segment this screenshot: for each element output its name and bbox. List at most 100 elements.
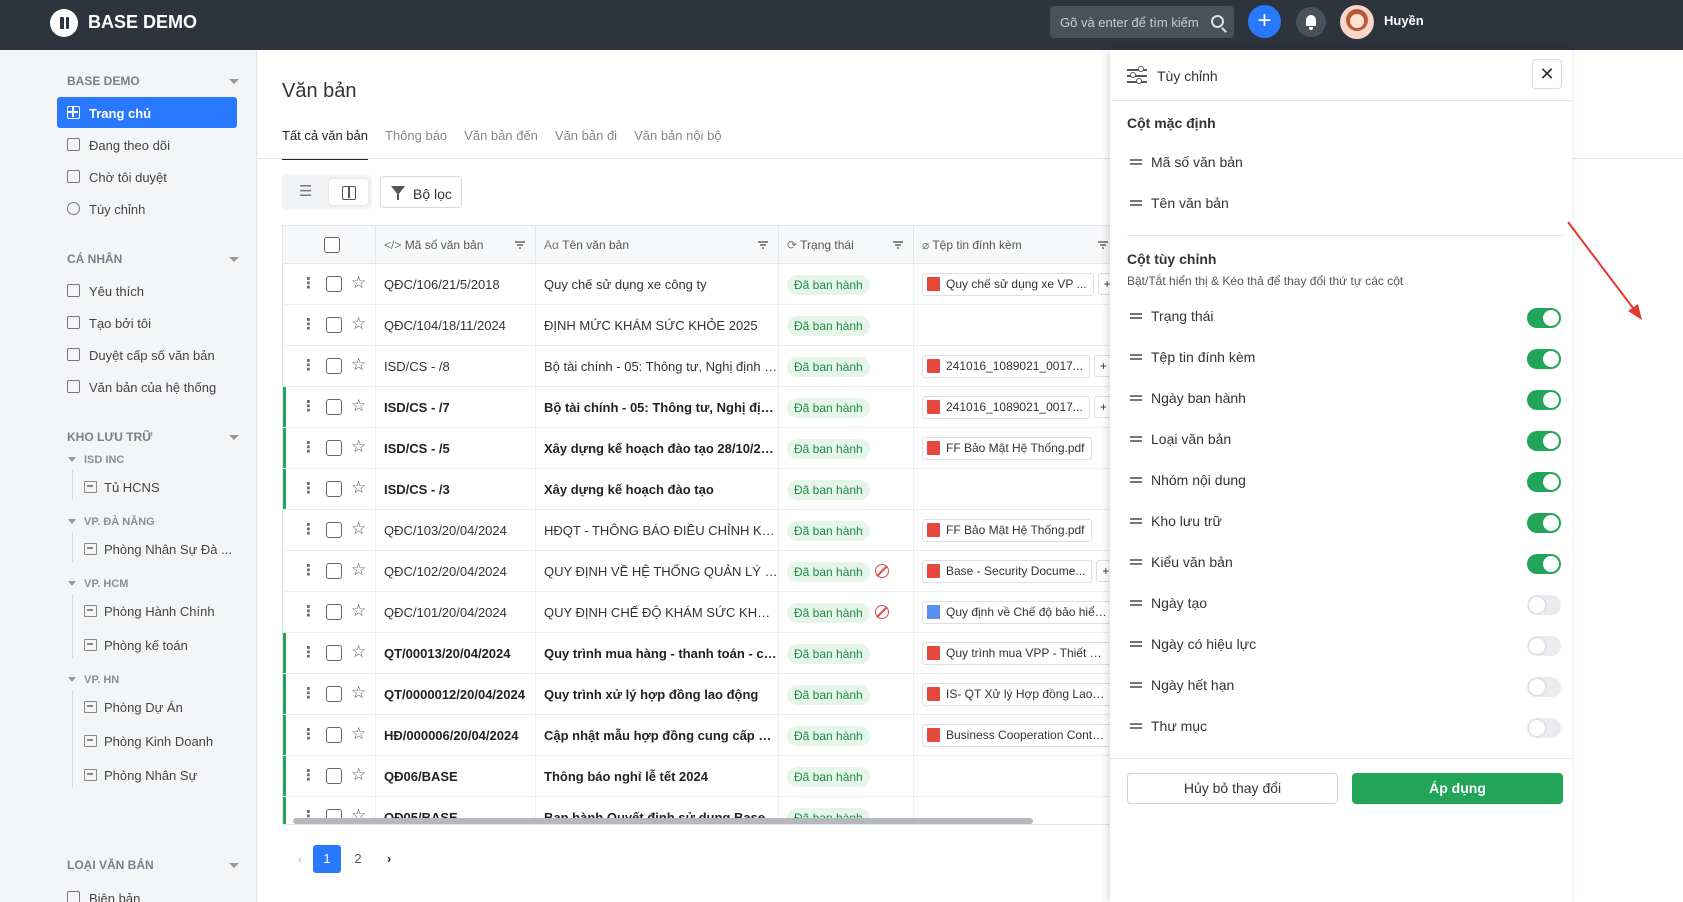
custom-column-item[interactable]: Ngày ban hành bbox=[1127, 386, 1561, 416]
row-checkbox[interactable] bbox=[326, 481, 342, 497]
custom-column-item[interactable]: Tệp tin đính kèm bbox=[1127, 345, 1561, 375]
more-vertical-icon[interactable] bbox=[301, 602, 316, 620]
document-code[interactable]: QĐC/106/21/5/2018 bbox=[376, 264, 536, 305]
app-title[interactable]: BASE DEMO bbox=[88, 12, 197, 33]
custom-column-item[interactable]: Ngày hết hạn bbox=[1127, 673, 1561, 703]
horizontal-scrollbar[interactable] bbox=[293, 818, 1033, 824]
custom-column-item[interactable]: Kho lưu trữ bbox=[1127, 509, 1561, 539]
column-visibility-toggle[interactable] bbox=[1527, 513, 1561, 533]
sidebar-section-doc-types[interactable]: LOẠI VĂN BẢN bbox=[67, 858, 239, 872]
row-checkbox[interactable] bbox=[326, 358, 342, 374]
custom-column-item[interactable]: Loại văn bản bbox=[1127, 427, 1561, 457]
column-visibility-toggle[interactable] bbox=[1527, 595, 1561, 615]
custom-column-item[interactable]: Nhóm nội dung bbox=[1127, 468, 1561, 498]
drag-handle-icon[interactable] bbox=[1130, 518, 1142, 523]
row-checkbox[interactable] bbox=[326, 686, 342, 702]
filter-lines-icon[interactable] bbox=[758, 241, 768, 247]
document-name[interactable]: Cập nhật mẫu hợp đồng cung cấp dịch vụ bbox=[536, 715, 779, 756]
attachment-chip[interactable]: FF Bảo Mật Hệ Thống.pdf bbox=[922, 437, 1092, 460]
storage-item-tu-hcns[interactable]: Tủ HCNS bbox=[84, 480, 160, 495]
sidebar-item-pending-approval[interactable]: Chờ tôi duyệt bbox=[57, 161, 237, 192]
more-vertical-icon[interactable] bbox=[301, 315, 316, 333]
table-row[interactable]: ☆ QT/0000012/20/04/2024Quy trình xử lý hợ… bbox=[283, 674, 1201, 715]
document-code[interactable]: ISD/CS - /3 bbox=[376, 469, 536, 510]
more-vertical-icon[interactable] bbox=[301, 684, 316, 702]
storage-item-phong-nhan-su[interactable]: Phòng Nhân Sự bbox=[84, 768, 197, 783]
attachment-chip[interactable]: Business Cooperation Contrac... bbox=[922, 724, 1114, 747]
drag-handle-icon[interactable] bbox=[1130, 723, 1142, 728]
document-name[interactable]: Quy trình xử lý hợp đồng lao động bbox=[536, 674, 779, 715]
attachment-chip[interactable]: Quy trình mua VPP - Thiết bị V... bbox=[922, 642, 1114, 665]
document-name[interactable]: Quy chế sử dụng xe công ty bbox=[536, 264, 779, 305]
drag-handle-icon[interactable] bbox=[1130, 436, 1142, 441]
more-vertical-icon[interactable] bbox=[301, 766, 316, 784]
apply-button[interactable]: Áp dụng bbox=[1352, 773, 1563, 804]
sidebar-section-base-demo[interactable]: BASE DEMO bbox=[67, 74, 239, 88]
column-visibility-toggle[interactable] bbox=[1527, 431, 1561, 451]
row-checkbox[interactable] bbox=[326, 522, 342, 538]
star-icon[interactable]: ☆ bbox=[351, 273, 366, 293]
star-icon[interactable]: ☆ bbox=[351, 314, 366, 334]
bell-icon[interactable] bbox=[1296, 7, 1326, 37]
add-button[interactable]: + bbox=[1248, 5, 1281, 38]
attachment-chip[interactable]: Quy định về Chế độ bảo hiểm ... bbox=[922, 601, 1114, 624]
document-name[interactable]: QUY ĐỊNH VỀ HỆ THỐNG QUẢN LÝ CHẤ... bbox=[536, 551, 779, 592]
table-row[interactable]: ☆ QĐC/106/21/5/2018Quy chế sử dụng xe côn… bbox=[283, 264, 1201, 305]
table-row[interactable]: ☆ ISD/CS - /7Bộ tài chính - 05: Thông tư,… bbox=[283, 387, 1201, 428]
custom-column-item[interactable]: Thư mục bbox=[1127, 714, 1561, 744]
column-visibility-toggle[interactable] bbox=[1527, 677, 1561, 697]
star-icon[interactable]: ☆ bbox=[351, 519, 366, 539]
table-row[interactable]: ☆ QĐ06/BASEThông báo nghỉ lễ tết 2024 Đã b… bbox=[283, 756, 1201, 797]
attachment-chip[interactable]: 241016_1089021_0017... bbox=[922, 396, 1090, 419]
attachment-chip[interactable]: Quy chế sử dụng xe VP ... bbox=[922, 273, 1094, 296]
list-view-button[interactable] bbox=[286, 179, 327, 205]
cancel-changes-button[interactable]: Hủy bỏ thay đổi bbox=[1127, 773, 1338, 804]
header-code[interactable]: </> Mã số văn bản bbox=[376, 226, 536, 264]
column-visibility-toggle[interactable] bbox=[1527, 554, 1561, 574]
select-all-checkbox[interactable] bbox=[324, 237, 340, 253]
document-code[interactable]: HĐ/000006/20/04/2024 bbox=[376, 715, 536, 756]
header-name[interactable]: Aα Tên văn bản bbox=[536, 226, 779, 264]
document-code[interactable]: QT/00013/20/04/2024 bbox=[376, 633, 536, 674]
drag-handle-icon[interactable] bbox=[1130, 600, 1142, 605]
more-vertical-icon[interactable] bbox=[301, 561, 316, 579]
tab-incoming[interactable]: Văn bản đến bbox=[464, 128, 538, 160]
row-checkbox[interactable] bbox=[326, 440, 342, 456]
app-logo[interactable] bbox=[50, 9, 78, 37]
document-code[interactable]: QT/0000012/20/04/2024 bbox=[376, 674, 536, 715]
attachment-chip[interactable]: 241016_1089021_0017... bbox=[922, 355, 1090, 378]
document-name[interactable]: HĐQT - THÔNG BÁO ĐIỀU CHỈNH KẾ HO... bbox=[536, 510, 779, 551]
document-code[interactable]: QĐC/102/20/04/2024 bbox=[376, 551, 536, 592]
page-1-button[interactable]: 1 bbox=[313, 845, 341, 873]
custom-column-item[interactable]: Ngày có hiệu lực bbox=[1127, 632, 1561, 662]
document-code[interactable]: QĐC/104/18/11/2024 bbox=[376, 305, 536, 346]
storage-item-phong-nhan-su-da-nang[interactable]: Phòng Nhân Sự Đà ... bbox=[84, 542, 232, 557]
document-name[interactable]: ĐỊNH MỨC KHÁM SỨC KHỎE 2025 bbox=[536, 305, 779, 346]
sidebar-item-number-approval[interactable]: Duyệt cấp số văn bản bbox=[57, 339, 237, 370]
custom-column-item[interactable]: Kiểu văn bản bbox=[1127, 550, 1561, 580]
storage-group-hcm[interactable]: VP. HCM bbox=[67, 578, 128, 590]
more-vertical-icon[interactable] bbox=[301, 438, 316, 456]
close-button[interactable]: ✕ bbox=[1532, 59, 1562, 89]
star-icon[interactable]: ☆ bbox=[351, 765, 366, 785]
more-vertical-icon[interactable] bbox=[301, 520, 316, 538]
row-checkbox[interactable] bbox=[326, 317, 342, 333]
document-name[interactable]: Bộ tài chính - 05: Thông tư, Nghị định -… bbox=[536, 346, 779, 387]
storage-group-hn[interactable]: VP. HN bbox=[67, 674, 119, 686]
more-vertical-icon[interactable] bbox=[301, 356, 316, 374]
sidebar-item-created-by-me[interactable]: Tạo bởi tôi bbox=[57, 307, 237, 338]
column-visibility-toggle[interactable] bbox=[1527, 349, 1561, 369]
sidebar-item-bien-ban[interactable]: Biên bản bbox=[57, 882, 237, 902]
storage-item-phong-ke-toan[interactable]: Phòng kế toán bbox=[84, 638, 188, 653]
document-code[interactable]: QĐC/101/20/04/2024 bbox=[376, 592, 536, 633]
attachment-chip[interactable]: IS- QT Xử lý Hợp đồng Lao độ... bbox=[922, 683, 1114, 706]
drag-handle-icon[interactable] bbox=[1130, 641, 1142, 646]
tab-notices[interactable]: Thông báo bbox=[385, 128, 447, 160]
storage-item-phong-kinh-doanh[interactable]: Phòng Kinh Doanh bbox=[84, 734, 213, 749]
table-row[interactable]: ☆ ISD/CS - /3Xây dựng kế hoạch đào tạo Đã … bbox=[283, 469, 1201, 510]
star-icon[interactable]: ☆ bbox=[351, 437, 366, 457]
custom-column-item[interactable]: Ngày tạo bbox=[1127, 591, 1561, 621]
filter-button[interactable]: Bộ lọc bbox=[380, 176, 462, 208]
table-row[interactable]: ☆ HĐ/000006/20/04/2024Cập nhật mẫu hợp đồ… bbox=[283, 715, 1201, 756]
document-name[interactable]: Thông báo nghỉ lễ tết 2024 bbox=[536, 756, 779, 797]
